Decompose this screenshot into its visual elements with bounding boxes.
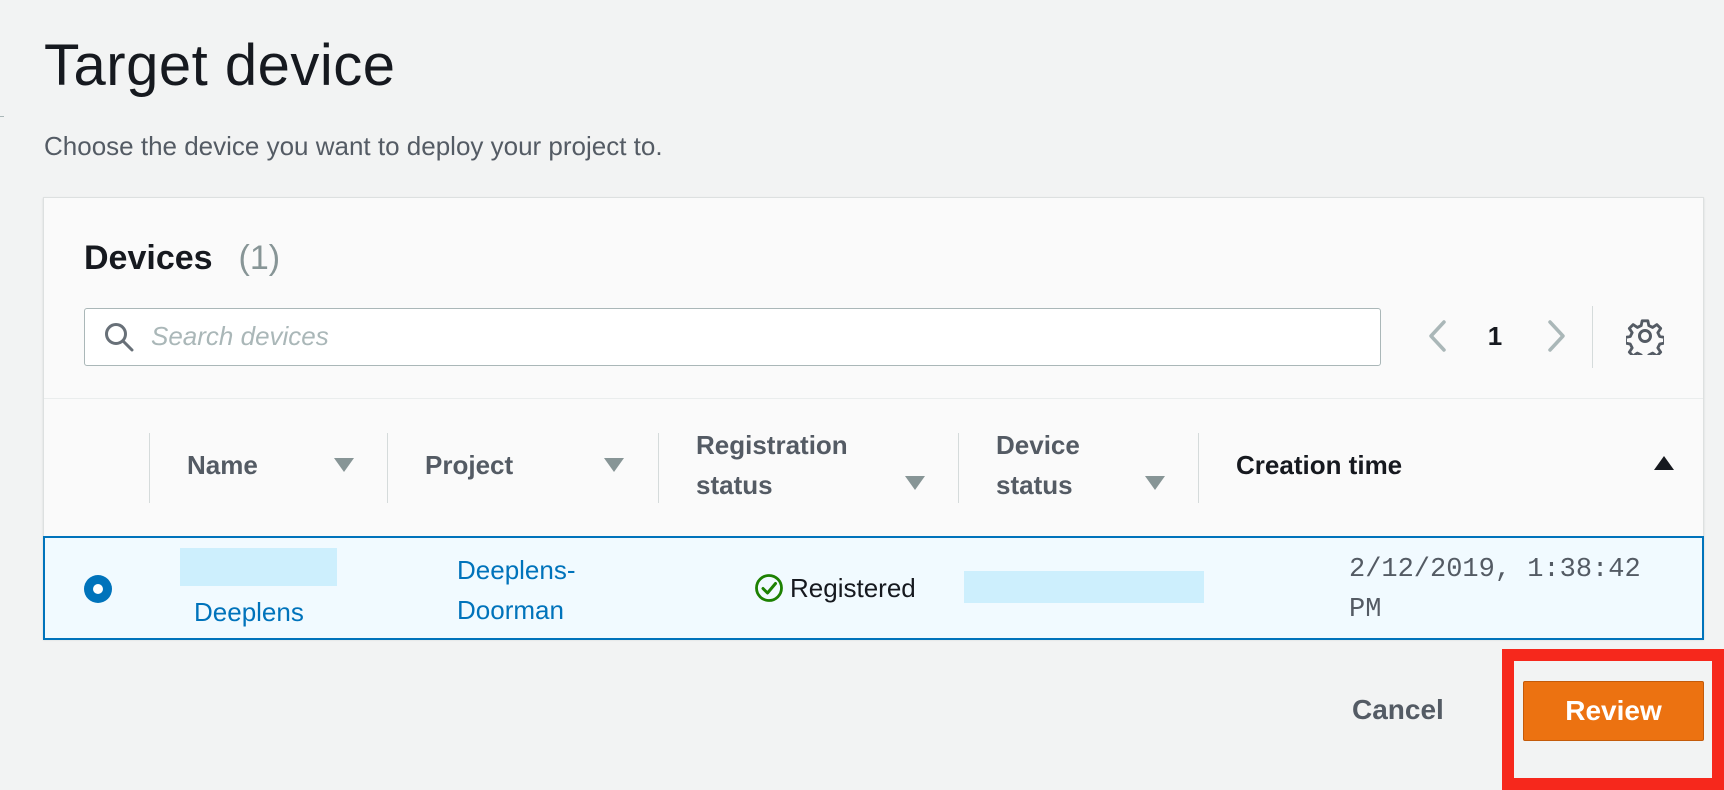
- creation-time-line2: PM: [1349, 595, 1382, 625]
- column-header-device-status[interactable]: Device status: [958, 399, 1198, 536]
- redacted-block: [964, 571, 1204, 603]
- devices-count: (1): [238, 239, 281, 277]
- cancel-button[interactable]: Cancel: [1352, 688, 1444, 732]
- column-header-device-label-line1: Device: [996, 430, 1080, 460]
- creation-time-cell: 2/12/2019, 1:38:42 PM: [1349, 550, 1689, 630]
- search-icon: [105, 323, 134, 352]
- table-row[interactable]: Deeplens Deeplens- Doorman Registered 2/…: [43, 536, 1704, 640]
- column-header-project-label: Project: [425, 450, 514, 480]
- deploy-target-device-page: Target device Choose the device you want…: [0, 0, 1724, 790]
- project-link-line1[interactable]: Deeplens-: [457, 550, 647, 590]
- project-cell: Deeplens- Doorman: [457, 550, 647, 630]
- device-name-link[interactable]: Deeplens: [194, 592, 304, 632]
- chevron-left-icon[interactable]: [1420, 316, 1456, 356]
- search-field[interactable]: [84, 308, 1381, 366]
- page-title: Target device: [44, 33, 396, 98]
- column-header-project[interactable]: Project: [387, 399, 658, 536]
- registration-status-cell: Registered: [754, 568, 916, 608]
- project-link-line2[interactable]: Doorman: [457, 590, 647, 630]
- page-description: Choose the device you want to deploy you…: [44, 131, 663, 161]
- row-select-radio[interactable]: [84, 575, 112, 603]
- column-header-creation-time[interactable]: Creation time: [1198, 399, 1703, 536]
- gear-icon[interactable]: [1626, 317, 1664, 355]
- column-header-name-label: Name: [187, 450, 258, 480]
- caret-down-icon[interactable]: [1143, 473, 1167, 493]
- column-header-device-label-line2: status: [996, 470, 1073, 500]
- column-header-registration-label-line2: status: [696, 470, 773, 500]
- toolbar-divider: [1592, 306, 1593, 368]
- devices-panel-heading: Devices (1): [84, 236, 280, 280]
- registration-status-text: Registered: [790, 573, 916, 603]
- column-header-registration-label-line1: Registration: [696, 430, 848, 460]
- caret-down-icon[interactable]: [332, 455, 356, 475]
- table-header: Name Project Registration status Device …: [44, 398, 1703, 536]
- search-input[interactable]: [151, 309, 1351, 364]
- current-page-number[interactable]: 1: [1480, 316, 1510, 356]
- caret-down-icon[interactable]: [903, 473, 927, 493]
- devices-panel: Devices (1) 1 Name: [43, 197, 1704, 640]
- edge-divider: [0, 116, 4, 117]
- devices-table: Name Project Registration status Device …: [44, 398, 1703, 536]
- column-header-creation-time-label: Creation time: [1236, 450, 1403, 480]
- chevron-right-icon[interactable]: [1538, 316, 1574, 356]
- check-circle-icon: [755, 574, 783, 602]
- review-button[interactable]: Review: [1523, 681, 1704, 741]
- column-header-registration-status[interactable]: Registration status: [658, 399, 958, 536]
- column-header-name[interactable]: Name: [149, 399, 387, 536]
- caret-up-icon[interactable]: [1652, 453, 1676, 473]
- devices-heading-label: Devices: [84, 239, 213, 277]
- caret-down-icon[interactable]: [602, 455, 626, 475]
- redacted-block: [180, 548, 337, 586]
- creation-time-line1: 2/12/2019, 1:38:42: [1349, 555, 1641, 585]
